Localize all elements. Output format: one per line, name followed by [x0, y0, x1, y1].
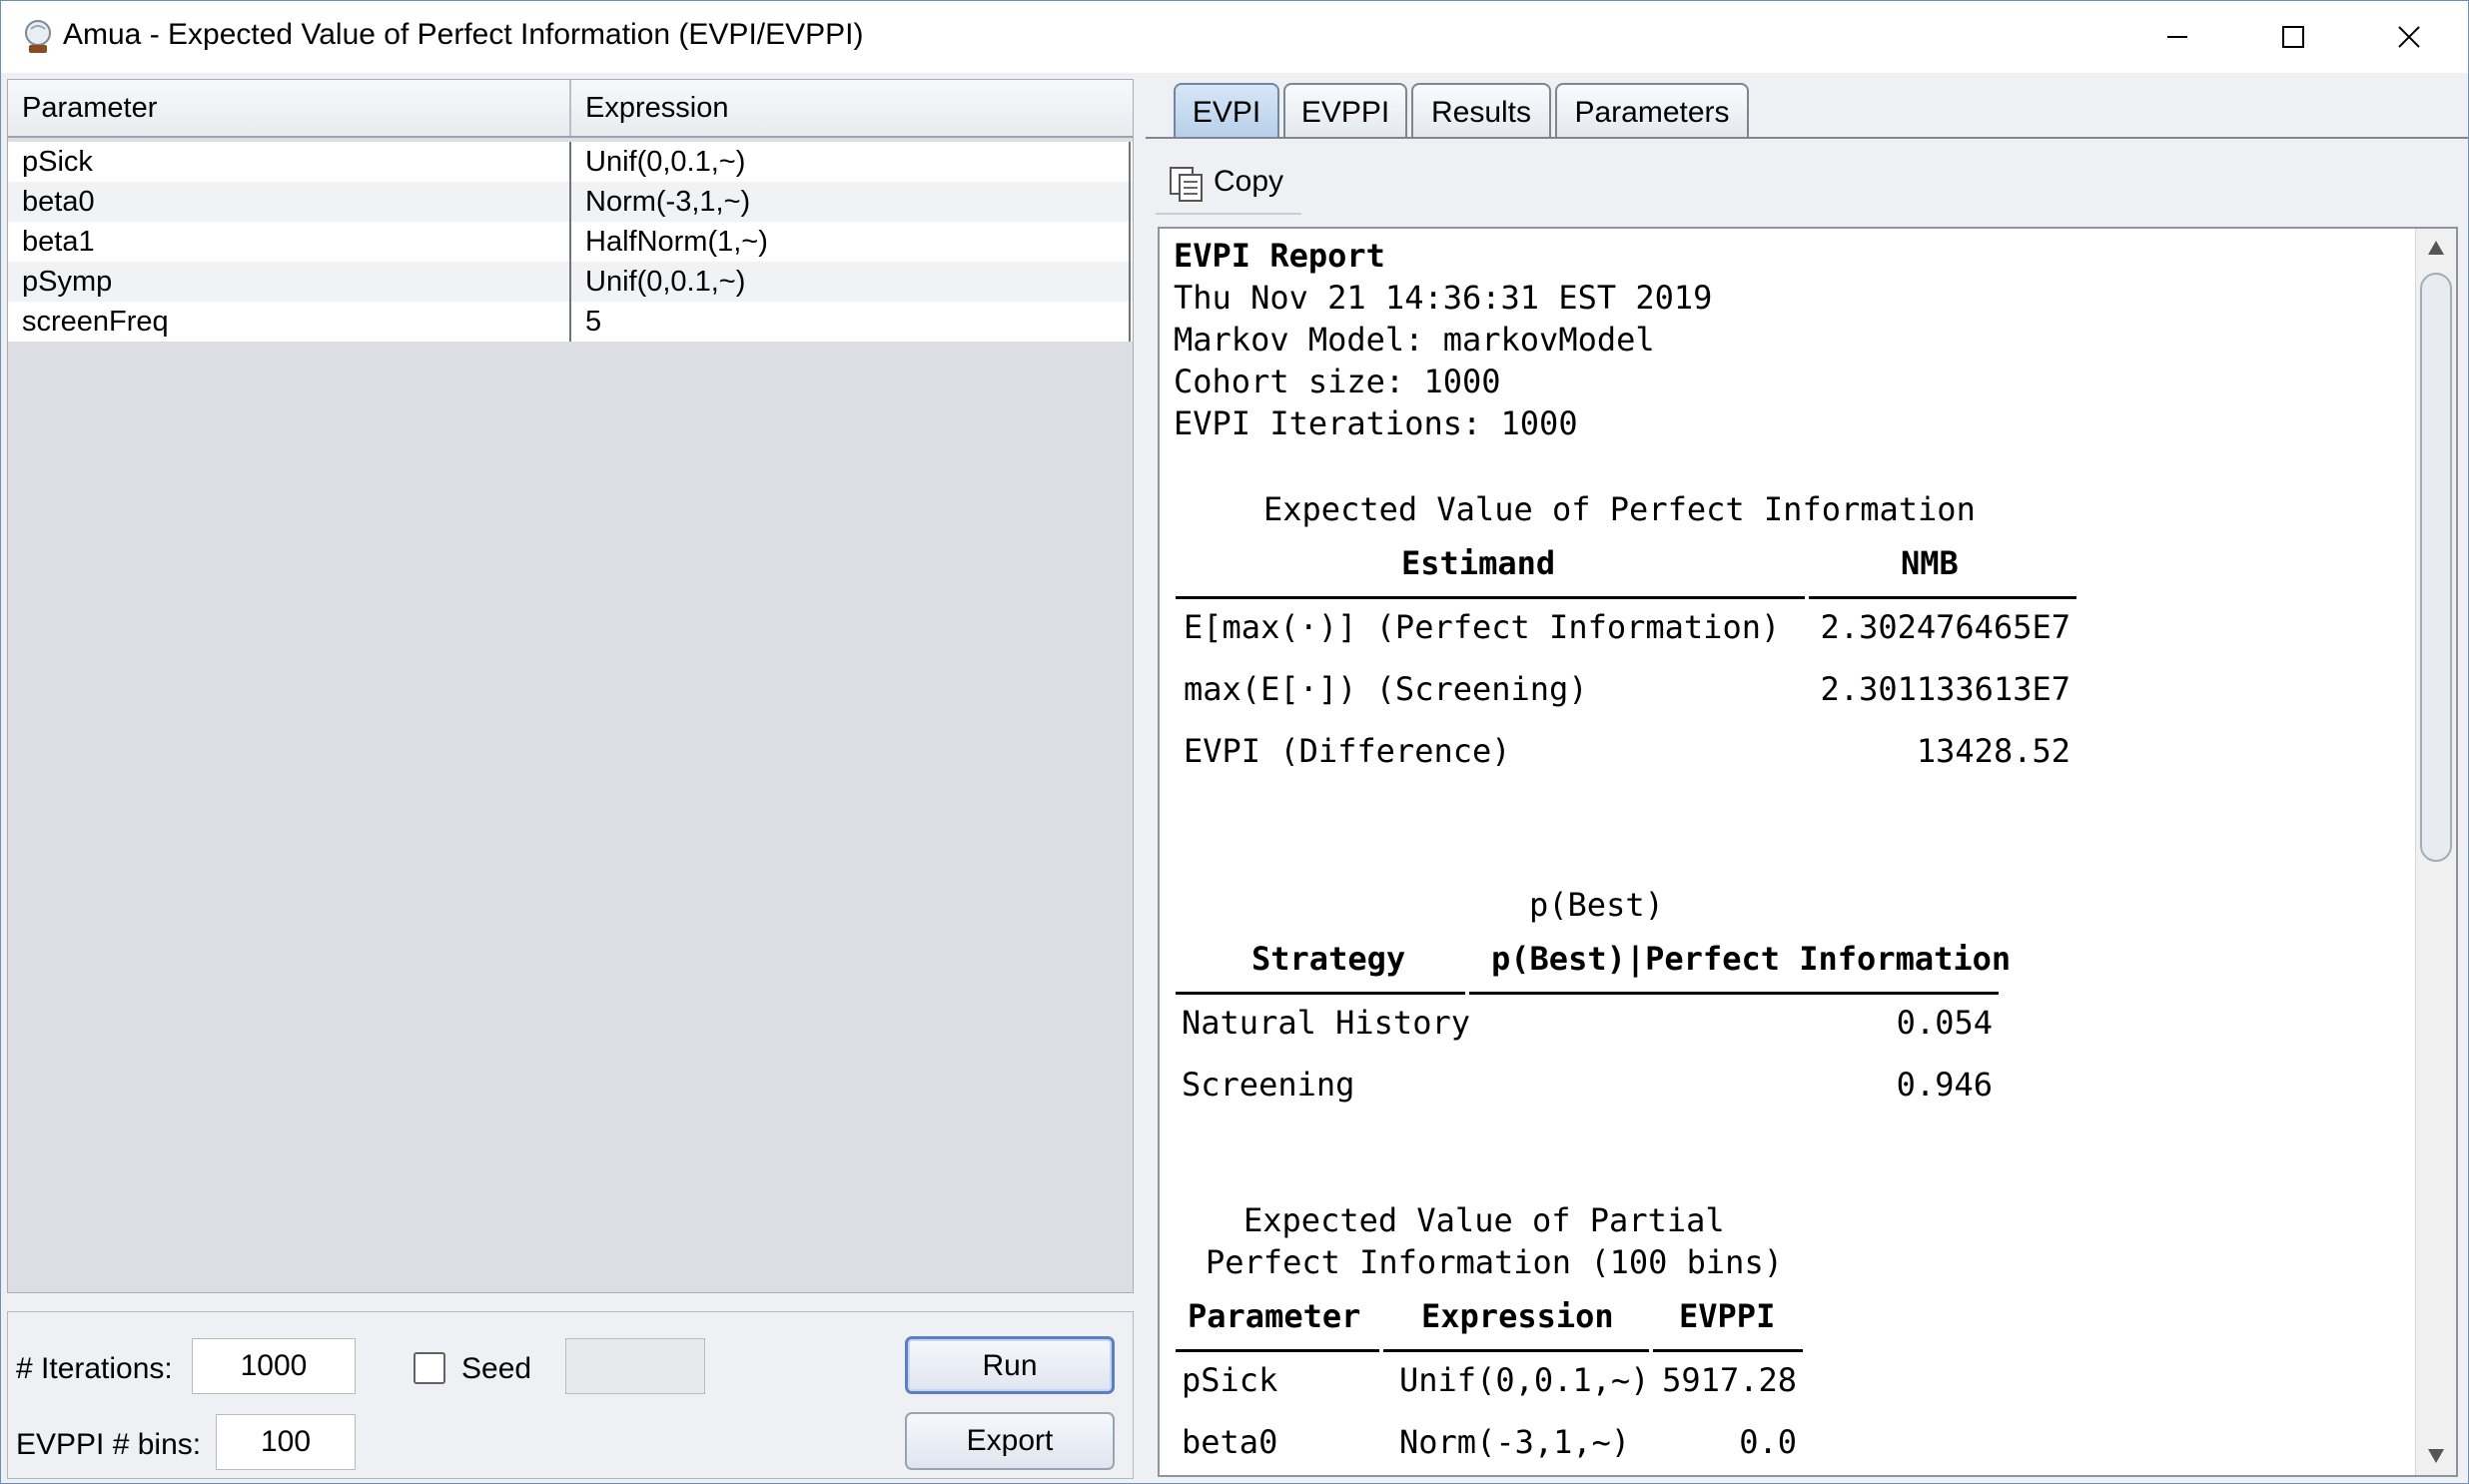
copy-button[interactable]: Copy	[1156, 155, 1301, 215]
evppi-row-value: 0.0	[1739, 1423, 1797, 1461]
export-button[interactable]: Export	[905, 1412, 1115, 1470]
evpi-col-nmb: NMB	[1901, 544, 1959, 582]
pbest-col-probability: p(Best)|Perfect Information	[1491, 940, 2012, 978]
evpi-table-caption: Expected Value of Perfect Information	[1263, 490, 1976, 528]
header-underline	[1176, 992, 1465, 995]
minimize-button[interactable]	[2122, 1, 2232, 73]
column-gridline	[569, 142, 571, 342]
evppi-col-expression: Expression	[1421, 1297, 1614, 1335]
evppi-row-param: beta0	[1182, 1423, 1278, 1461]
client-area: Parameter Expression pSick Unif(0,0.1,~)…	[1, 73, 2468, 1483]
param-name-cell: pSymp	[22, 266, 113, 298]
maximize-icon	[2282, 26, 2304, 48]
seed-checkbox[interactable]	[413, 1352, 445, 1384]
title-bar: Amua - Expected Value of Perfect Informa…	[1, 1, 2468, 73]
tab-results[interactable]: Results	[1411, 83, 1551, 139]
param-expr-cell: HalfNorm(1,~)	[585, 226, 768, 258]
close-button[interactable]	[2354, 1, 2464, 73]
copy-icon	[1170, 167, 1203, 202]
scroll-up-icon[interactable]	[2426, 239, 2446, 257]
parameter-table[interactable]: Parameter Expression pSick Unif(0,0.1,~)…	[7, 79, 1134, 1293]
column-header-parameter[interactable]: Parameter	[8, 80, 569, 136]
param-name-cell: screenFreq	[22, 306, 169, 338]
evppi-table-caption-line2: Perfect Information (100 bins)	[1206, 1243, 1783, 1281]
scroll-down-icon[interactable]	[2426, 1447, 2446, 1465]
window-title: Amua - Expected Value of Perfect Informa…	[63, 18, 864, 51]
evppi-col-parameter: Parameter	[1188, 1297, 1361, 1335]
evpi-row-value: 13428.52	[1916, 732, 2070, 770]
evpi-row-value: 2.302476465E7	[1820, 608, 2070, 646]
pbest-table-caption: p(Best)	[1529, 886, 1664, 924]
pbest-row-label: Screening	[1182, 1066, 1355, 1104]
table-header: Parameter Expression	[8, 80, 1133, 138]
param-name-cell: beta0	[22, 186, 95, 218]
pbest-row-value: 0.054	[1896, 1004, 1993, 1042]
param-name-cell: pSick	[22, 146, 93, 178]
evppi-row-expr: Norm(-3,1,~)	[1399, 1423, 1631, 1461]
param-expr-cell: Unif(0,0.1,~)	[585, 266, 746, 298]
header-underline	[1653, 1349, 1803, 1352]
results-pane: EVPI EVPPI Results Parameters Copy EVPI …	[1146, 73, 2468, 1483]
seed-input[interactable]	[565, 1338, 705, 1394]
header-underline	[1176, 596, 1805, 599]
app-logo-icon	[25, 20, 51, 53]
tab-evppi[interactable]: EVPPI	[1283, 83, 1407, 139]
evppi-bins-label: EVPPI # bins:	[16, 1428, 202, 1461]
param-expr-cell: 5	[585, 306, 602, 338]
run-button[interactable]: Run	[905, 1336, 1115, 1394]
app-window: Amua - Expected Value of Perfect Informa…	[0, 0, 2469, 1484]
evppi-row-param: pSick	[1182, 1361, 1278, 1399]
close-icon	[2398, 26, 2420, 48]
param-name-cell: beta1	[22, 226, 95, 258]
run-controls-panel: # Iterations: Seed Run EVPPI # bins: Exp…	[7, 1311, 1134, 1479]
report-scrollbar[interactable]	[2415, 229, 2456, 1475]
evppi-row-expr: Unif(0,0.1,~)	[1399, 1361, 1650, 1399]
header-underline	[1469, 992, 1999, 995]
evpi-col-estimand: Estimand	[1401, 544, 1556, 582]
tab-divider	[1146, 137, 2468, 139]
report-model: Markov Model: markovModel	[1174, 321, 1655, 359]
scrollbar-thumb[interactable]	[2420, 273, 2452, 862]
minimize-icon	[2167, 36, 2187, 38]
iterations-input[interactable]	[192, 1338, 356, 1394]
table-edge-line	[1129, 142, 1131, 342]
iterations-label: # Iterations:	[16, 1352, 173, 1385]
tab-evpi[interactable]: EVPI	[1174, 83, 1279, 139]
evpi-row-label: max(E[·]) (Screening)	[1184, 670, 1588, 708]
report-date: Thu Nov 21 14:36:31 EST 2019	[1174, 279, 1713, 317]
pbest-row-value: 0.946	[1896, 1066, 1993, 1104]
report-iterations: EVPI Iterations: 1000	[1174, 404, 1578, 442]
param-expr-cell: Norm(-3,1,~)	[585, 186, 751, 218]
pbest-col-strategy: Strategy	[1251, 940, 1406, 978]
evpi-row-value: 2.301133613E7	[1820, 670, 2070, 708]
report-cohort: Cohort size: 1000	[1174, 363, 1501, 400]
evpi-report[interactable]: EVPI Report Thu Nov 21 14:36:31 EST 2019…	[1158, 227, 2458, 1477]
copy-label: Copy	[1214, 165, 1284, 198]
report-heading: EVPI Report	[1174, 237, 1385, 275]
header-underline	[1383, 1349, 1649, 1352]
param-expr-cell: Unif(0,0.1,~)	[585, 146, 746, 178]
tab-parameters[interactable]: Parameters	[1555, 83, 1749, 139]
evpi-row-label: EVPI (Difference)	[1184, 732, 1511, 770]
maximize-button[interactable]	[2238, 1, 2348, 73]
seed-label: Seed	[461, 1352, 532, 1385]
header-underline	[1809, 596, 2076, 599]
evppi-row-value: 5917.28	[1662, 1361, 1797, 1399]
evpi-row-label: E[max(·)] (Perfect Information)	[1184, 608, 1781, 646]
header-underline	[1176, 1349, 1379, 1352]
evppi-table-caption: Expected Value of Partial	[1243, 1201, 1725, 1239]
evppi-col-evppi: EVPPI	[1679, 1297, 1776, 1335]
pbest-row-label: Natural History	[1182, 1004, 1470, 1042]
evppi-bins-input[interactable]	[216, 1414, 356, 1470]
column-header-expression[interactable]: Expression	[571, 80, 1133, 136]
